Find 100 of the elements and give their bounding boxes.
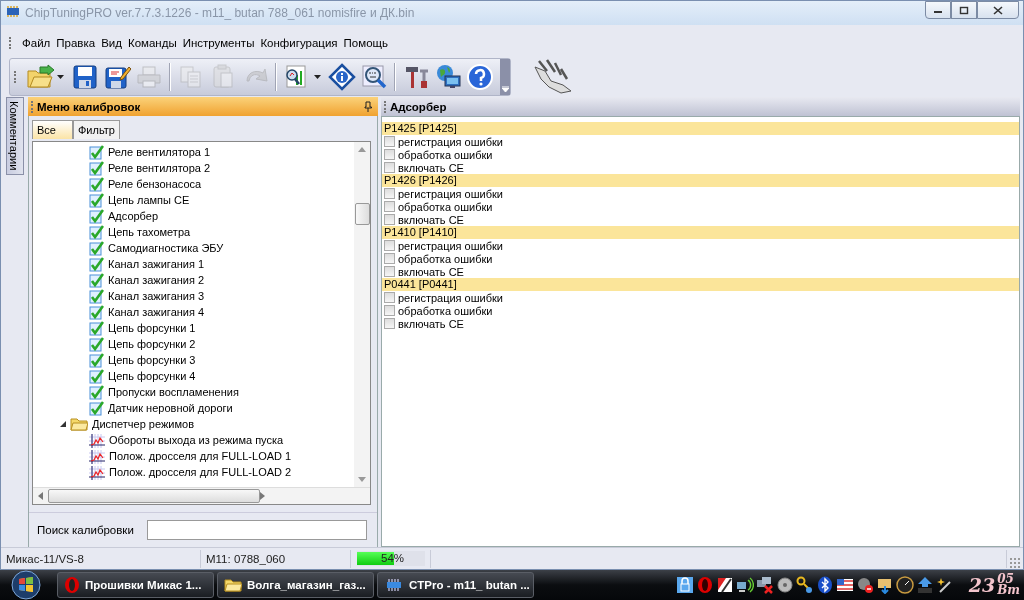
menu-item[interactable]: Правка [53,37,99,49]
scroll-thumb[interactable] [48,489,260,503]
menu-item[interactable]: Файл [19,37,54,49]
tree-item[interactable]: Полож. дросселя для FULL-LOAD 2 [109,466,292,478]
option-label: включать CE [398,265,464,278]
lock-icon[interactable] [674,576,695,594]
tree-item[interactable]: Датчик неровной дороги [108,402,233,414]
tab[interactable]: Все [32,120,73,139]
chip-icon [5,5,21,19]
tree-item[interactable]: Реле вентилятора 1 [108,146,211,158]
info-icon[interactable] [328,63,356,91]
status-text: Микас-11/VS-8 [6,552,84,565]
checkbox[interactable] [384,214,395,225]
checkbox[interactable] [384,305,395,316]
maximize-button[interactable] [951,1,977,19]
horizontal-scrollbar[interactable] [33,487,370,504]
tree-item[interactable]: Цепь форсунки 3 [108,354,196,366]
pin-icon[interactable] [364,101,372,112]
menu-item[interactable]: Инструменты [179,37,258,49]
close-button[interactable] [977,1,1019,19]
check-icon [89,224,104,240]
check-icon [89,320,104,336]
network-error-icon[interactable] [754,576,775,594]
option-label: регистрация ошибки [398,291,503,304]
checkbox[interactable] [384,136,395,147]
tree-item[interactable]: Цепь форсунки 1 [108,322,196,334]
graph-icon [89,464,105,480]
resize-grip-icon[interactable] [1009,557,1021,569]
folder-icon [224,578,242,592]
option-label: обработка ошибки [398,148,493,161]
check-icon [89,160,104,176]
tree-item[interactable]: Цепь лампы CE [108,194,190,206]
panel-title: Адсорбер [390,100,447,113]
gauge-icon[interactable] [894,576,915,594]
check-icon [89,176,104,192]
panel-title: Меню калибровок [37,100,141,113]
menu-item[interactable]: Конфигурация [257,37,341,49]
tree-item[interactable]: Цепь форсунки 2 [108,338,196,350]
globe-monitor-icon[interactable] [434,63,462,91]
option-label: включать CE [398,161,464,174]
menu-item[interactable]: Помощь [340,37,391,49]
checkbox[interactable] [384,292,395,303]
check-icon [89,400,104,416]
close-icon [993,5,1003,15]
tree-item[interactable]: Реле бензонасоса [108,178,202,190]
tree-item[interactable]: Цепь тахометра [108,226,191,238]
help-icon[interactable] [466,63,494,91]
checkbox[interactable] [384,162,395,173]
option-label: обработка ошибки [398,252,493,265]
checkbox[interactable] [384,188,395,199]
check-icon [89,272,104,288]
checkbox[interactable] [384,201,395,212]
checkbox[interactable] [384,240,395,251]
taskbar-button[interactable]: CTPro - m11_ butan ... [377,572,534,598]
disc-icon[interactable] [774,576,795,594]
scroll-up-icon[interactable] [358,147,366,152]
binary-magnifier-icon[interactable] [360,63,388,91]
search-label: Поиск калибровки [37,524,135,536]
tree-item[interactable]: Канал зажигания 3 [108,290,205,302]
check-icon [89,352,104,368]
menu-item[interactable]: Вид [98,37,125,49]
menu-item[interactable]: Команды [124,37,180,49]
check-icon [89,192,104,208]
wifi-computer-icon[interactable] [734,576,755,594]
taskbar-button[interactable]: Прошивки Микас 1... [57,572,214,598]
folder-icon [70,417,88,431]
tab[interactable]: Фильтр [73,120,120,139]
tree-item[interactable]: Полож. дросселя для FULL-LOAD 1 [109,450,292,462]
option-label: регистрация ошибки [398,239,503,252]
search-field[interactable] [147,520,367,540]
tree-item[interactable]: Адсорбер [108,210,159,222]
scroll-down-icon[interactable] [358,477,366,482]
check-icon [89,336,104,352]
checkbox[interactable] [384,253,395,264]
tree-item[interactable]: Канал зажигания 1 [108,258,205,270]
collapse-arrow-icon[interactable] [58,421,68,427]
checkbox[interactable] [384,318,395,329]
overflow-icon[interactable] [500,59,510,95]
minimize-button[interactable] [925,1,951,19]
tree-item[interactable]: Обороты выхода из режима пуска [109,434,284,446]
error-code-header: P1410 [P1410] [382,226,1019,239]
tree-item[interactable]: Диспетчер режимов [92,418,194,430]
tree-item[interactable]: Канал зажигания 2 [108,274,205,286]
error-code-header: P1426 [P1426] [382,174,1019,187]
tree-item[interactable]: Самодиагностика ЭБУ [108,242,224,254]
tree-item[interactable]: Цепь форсунки 4 [108,370,196,382]
flag-icon[interactable] [834,576,855,594]
error-code-header: P0441 [P0441] [382,278,1019,291]
taskbar-button[interactable]: Волга_магазин_газ... [217,572,374,598]
tree-item[interactable]: Реле вентилятора 2 [108,162,211,174]
key-icon[interactable] [794,576,815,594]
scroll-left-icon[interactable] [38,492,43,500]
tree-item[interactable]: Пропуски воспламенения [108,386,239,398]
comments-tab[interactable]: Комментарии [6,97,24,176]
checkbox[interactable] [384,266,395,277]
tree-item[interactable]: Канал зажигания 4 [108,306,205,318]
vertical-scrollbar[interactable] [354,142,370,487]
option-label: регистрация ошибки [398,187,503,200]
checkbox[interactable] [384,149,395,160]
scroll-thumb[interactable] [354,203,370,225]
